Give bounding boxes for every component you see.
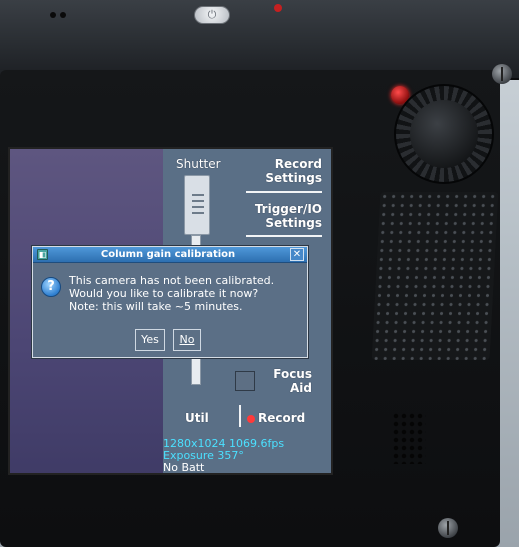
control-knob[interactable] [394, 84, 494, 184]
question-icon: ? [41, 277, 61, 297]
util-button[interactable]: Util [185, 411, 209, 425]
record-button[interactable]: Record [258, 411, 305, 425]
grip-line [192, 206, 204, 208]
screw [492, 64, 512, 84]
top-hole [60, 12, 66, 18]
divider [246, 235, 322, 237]
record-icon [247, 415, 255, 423]
screw [438, 518, 458, 538]
camera-photo: Shutter Record Settings Trigger/IO Setti… [0, 0, 519, 547]
trigger-io-settings-button[interactable]: Trigger/IO Settings [235, 202, 322, 230]
no-button-label: No [179, 333, 195, 346]
dialog-title: Column gain calibration [100, 249, 236, 260]
close-icon[interactable]: ✕ [290, 248, 304, 261]
yes-button[interactable]: Yes [135, 329, 165, 351]
speaker-grille [392, 412, 426, 464]
yes-button-label: Yes [141, 333, 159, 346]
top-hole [50, 12, 56, 18]
record-settings-button[interactable]: Record Settings [242, 157, 322, 185]
top-led [274, 4, 282, 12]
grip-line [192, 200, 204, 202]
dialog-message-line: Note: this will take ~5 minutes. [69, 300, 243, 313]
power-icon[interactable] [194, 6, 230, 24]
shutter-slider-handle[interactable] [184, 175, 210, 235]
vent-grille [371, 192, 499, 360]
dialog-message-line: Would you like to calibrate it now? [69, 287, 259, 300]
grip-line [192, 212, 204, 214]
focus-aid-label[interactable]: Focus Aid [262, 367, 312, 395]
status-battery: No Batt [163, 461, 205, 474]
focus-aid-checkbox[interactable] [235, 371, 255, 391]
no-button[interactable]: No [173, 329, 201, 351]
grip-line [192, 194, 204, 196]
calibration-dialog: ◧ Column gain calibration ✕ ? This camer… [32, 246, 308, 358]
dialog-message: This camera has not been calibrated. Wou… [69, 274, 305, 313]
dialog-title-bar[interactable]: ◧ Column gain calibration ✕ [33, 247, 307, 263]
camera-top-panel [0, 0, 519, 80]
app-icon: ◧ [37, 249, 48, 260]
divider [246, 191, 322, 193]
shutter-label: Shutter [176, 157, 221, 171]
divider [239, 405, 241, 427]
dialog-message-line: This camera has not been calibrated. [69, 274, 275, 287]
